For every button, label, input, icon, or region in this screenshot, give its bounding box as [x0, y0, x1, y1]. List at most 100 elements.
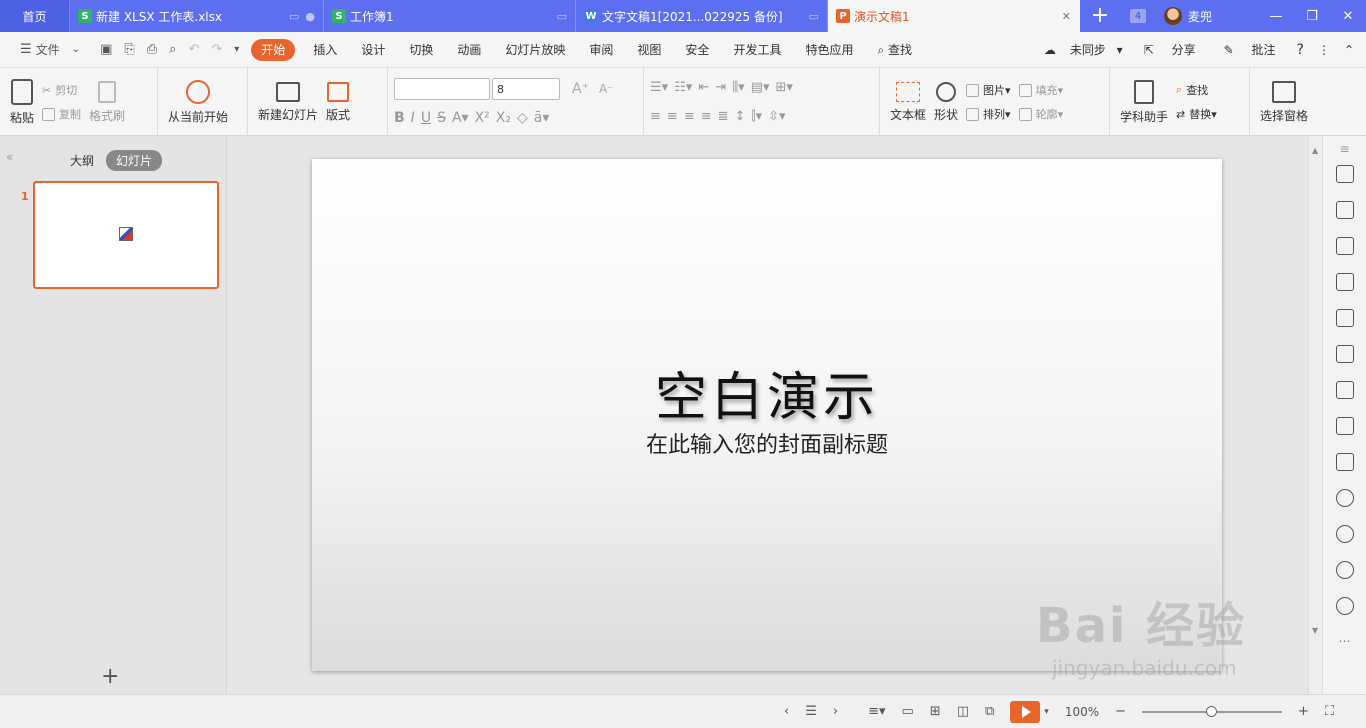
- arrange-button[interactable]: 排列 ▾: [966, 106, 1011, 122]
- window-close-icon[interactable]: ✕: [1330, 9, 1366, 24]
- subscript-icon[interactable]: X₂: [496, 110, 511, 126]
- menu-tab-special[interactable]: 特色应用: [793, 39, 865, 61]
- slide-title[interactable]: 空白演示: [312, 355, 1222, 430]
- tab-writer[interactable]: W 文字文稿1[2021...022925 备份] ▭: [576, 0, 828, 32]
- avatar[interactable]: [1164, 7, 1182, 25]
- decrease-font-icon[interactable]: A⁻: [599, 82, 614, 96]
- strikethrough-icon[interactable]: S: [437, 110, 446, 126]
- redo-icon[interactable]: ↷: [211, 42, 222, 57]
- cloud-icon[interactable]: ▭: [289, 10, 299, 23]
- menu-tab-transition[interactable]: 切换: [397, 39, 445, 61]
- chart-icon[interactable]: [1335, 309, 1354, 327]
- align-text-icon[interactable]: ▤▾: [751, 80, 770, 95]
- replace-button[interactable]: ⇄ 替换 ▾: [1176, 106, 1217, 122]
- increase-font-icon[interactable]: A⁺: [572, 81, 589, 97]
- print-icon[interactable]: ⎙: [147, 42, 157, 57]
- tab-workbook[interactable]: S 工作簿1 ▭: [324, 0, 576, 32]
- format-painter-button[interactable]: 格式刷: [89, 80, 125, 124]
- customize-icon[interactable]: ▾: [234, 44, 239, 55]
- cloud-icon[interactable]: ▭: [809, 10, 819, 23]
- reading-view-icon[interactable]: ◫: [957, 704, 969, 719]
- tab-presentation[interactable]: P 演示文稿1 ✕: [828, 0, 1080, 32]
- zoom-out-icon[interactable]: −: [1115, 704, 1126, 719]
- menu-tab-insert[interactable]: 插入: [301, 39, 349, 61]
- transition-icon[interactable]: [1335, 201, 1354, 219]
- play-options-icon[interactable]: ▾: [1044, 707, 1049, 717]
- bullet-list-icon[interactable]: ☰▾: [650, 80, 668, 95]
- bold-icon[interactable]: B: [394, 110, 405, 126]
- add-slide-button[interactable]: +: [101, 664, 119, 689]
- fill-button[interactable]: 填充 ▾: [1018, 82, 1063, 98]
- cloud-icon[interactable]: ▭: [557, 10, 567, 23]
- drag-handle-icon[interactable]: ≡: [1339, 142, 1349, 156]
- font-color-icon[interactable]: A▾: [452, 110, 469, 126]
- sorter-view-icon[interactable]: ⊞: [930, 704, 941, 719]
- window-count-badge[interactable]: 4: [1130, 9, 1146, 23]
- clear-format-icon[interactable]: ◇: [517, 110, 528, 126]
- tab-close-icon[interactable]: ●: [305, 10, 315, 23]
- align-center-icon[interactable]: ≡: [667, 109, 678, 124]
- zoom-slider-knob[interactable]: [1206, 705, 1218, 717]
- menu-tab-animation[interactable]: 动画: [445, 39, 493, 61]
- scroll-down-icon[interactable]: ▼: [1312, 626, 1318, 635]
- align-right-icon[interactable]: ≡: [684, 109, 695, 124]
- copy-button[interactable]: 复制: [42, 106, 81, 122]
- fit-window-icon[interactable]: ⛶: [1325, 704, 1334, 719]
- star-icon[interactable]: [1335, 165, 1354, 183]
- paragraph-spacing-icon[interactable]: ⇳▾: [768, 109, 785, 124]
- image-search-icon[interactable]: [1335, 381, 1354, 399]
- justify-icon[interactable]: ≡: [701, 109, 712, 124]
- grid-icon[interactable]: [1335, 273, 1354, 291]
- zoom-level[interactable]: 100%: [1065, 705, 1099, 719]
- numbered-list-icon[interactable]: ☷▾: [674, 80, 692, 95]
- vertical-scrollbar[interactable]: ▲ ▼: [1308, 136, 1322, 694]
- picture-button[interactable]: 图片 ▾: [966, 82, 1011, 98]
- menu-tab-home[interactable]: 开始: [251, 38, 296, 61]
- slide-list-icon[interactable]: ☰: [805, 704, 817, 719]
- cut-button[interactable]: ✂ 剪切: [42, 82, 81, 98]
- notes-icon[interactable]: ≡▾: [868, 704, 885, 719]
- normal-view-icon[interactable]: ▭: [901, 704, 913, 719]
- menu-tab-slideshow[interactable]: 幻灯片放映: [493, 39, 577, 61]
- animation-icon[interactable]: [1335, 237, 1354, 255]
- font-name-select[interactable]: [394, 78, 490, 100]
- menu-search[interactable]: ⌕ 查找: [865, 39, 924, 61]
- menu-tab-security[interactable]: 安全: [673, 39, 721, 61]
- layout-button[interactable]: 版式: [326, 81, 350, 123]
- menu-tab-design[interactable]: 设计: [349, 39, 397, 61]
- phonetic-icon[interactable]: ā▾: [534, 110, 550, 126]
- more-icon[interactable]: ⋮: [1318, 43, 1330, 57]
- hamburger-icon[interactable]: ☰: [20, 42, 32, 57]
- undo-icon[interactable]: ↶: [188, 42, 199, 57]
- collapse-ribbon-icon[interactable]: ⌃: [1344, 43, 1354, 57]
- outline-tab[interactable]: 大纲: [70, 152, 94, 169]
- new-tab-button[interactable]: +: [1080, 0, 1120, 32]
- new-slide-button[interactable]: 新建幻灯片: [258, 81, 318, 123]
- distribute-icon[interactable]: ≣: [718, 109, 729, 124]
- next-slide-icon[interactable]: ›: [833, 704, 838, 719]
- increase-indent-icon[interactable]: ⇥: [715, 80, 726, 95]
- smart-art-icon[interactable]: ⊞▾: [776, 80, 793, 95]
- play-from-current-button[interactable]: 从当前开始: [168, 79, 228, 125]
- file-menu[interactable]: 文件: [36, 41, 60, 58]
- share-out-icon[interactable]: [1335, 417, 1354, 435]
- underline-icon[interactable]: U: [421, 110, 431, 126]
- text-direction-icon[interactable]: ⫼▾: [732, 80, 745, 95]
- sync-status[interactable]: ☁ 未同步 ▾: [1037, 41, 1123, 58]
- help-circle-icon[interactable]: [1335, 597, 1354, 615]
- help-icon[interactable]: ?: [1297, 42, 1304, 58]
- outline-button[interactable]: 轮廓 ▾: [1018, 106, 1063, 122]
- slide-subtitle[interactable]: 在此输入您的封面副标题: [312, 427, 1222, 459]
- prev-slide-icon[interactable]: ‹: [784, 704, 789, 719]
- slides-tab[interactable]: 幻灯片: [106, 150, 163, 171]
- audio-icon[interactable]: [1335, 489, 1354, 507]
- slide-thumbnail[interactable]: [33, 181, 219, 289]
- minimize-icon[interactable]: —: [1258, 9, 1294, 24]
- study-assistant-button[interactable]: 学科助手: [1120, 79, 1168, 125]
- tab-xlsx[interactable]: S 新建 XLSX 工作表.xlsx ▭ ●: [70, 0, 324, 32]
- zoom-slider[interactable]: [1142, 705, 1283, 717]
- save-icon[interactable]: ▣: [100, 42, 112, 57]
- screen-record-icon[interactable]: ⧉: [985, 704, 994, 719]
- scroll-up-icon[interactable]: ▲: [1312, 146, 1318, 155]
- shape-button[interactable]: 形状: [934, 81, 958, 123]
